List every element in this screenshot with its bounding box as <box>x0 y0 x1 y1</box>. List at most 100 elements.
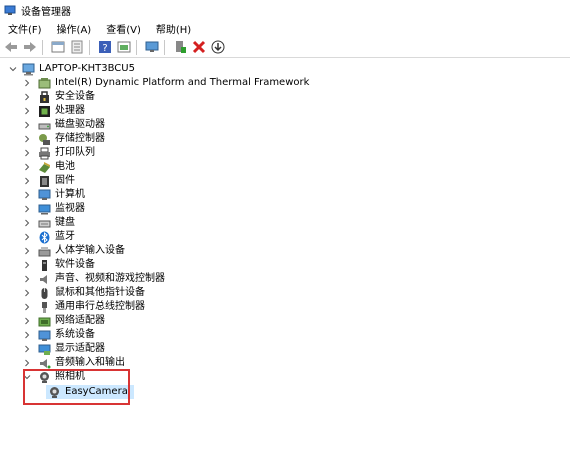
tree-item[interactable]: 网络适配器 <box>22 314 105 328</box>
chevron-right-icon[interactable] <box>22 328 32 342</box>
tree-item-label: 通用串行总线控制器 <box>55 301 145 312</box>
help-icon[interactable]: ? <box>97 39 113 55</box>
tree-item-label: 鼠标和其他指针设备 <box>55 287 145 298</box>
tree-item-label: 监视器 <box>55 203 85 214</box>
printer-icon <box>38 147 51 160</box>
chevron-right-icon[interactable] <box>22 230 32 244</box>
toolbar-separator <box>164 39 165 55</box>
tree-item[interactable]: 计算机 <box>22 188 85 202</box>
annotation-highlight-box <box>23 369 130 405</box>
back-icon[interactable] <box>3 39 19 55</box>
chevron-right-icon[interactable] <box>22 244 32 258</box>
uninstall-icon[interactable] <box>191 39 207 55</box>
chevron-right-icon[interactable] <box>22 314 32 328</box>
chevron-right-icon[interactable] <box>22 118 32 132</box>
tree-item-label: 软件设备 <box>55 259 95 270</box>
tree-item[interactable]: 人体学输入设备 <box>22 244 125 258</box>
chevron-right-icon[interactable] <box>22 258 32 272</box>
menu-view[interactable]: 查看(V) <box>98 21 148 36</box>
menu-file[interactable]: 文件(F) <box>0 21 49 36</box>
tree-item-label: 磁盘驱动器 <box>55 119 105 130</box>
battery-icon <box>38 161 51 174</box>
chevron-right-icon[interactable] <box>22 76 32 90</box>
tree-item[interactable]: 处理器 <box>22 104 85 118</box>
update-icon[interactable] <box>210 39 226 55</box>
disk-drive-icon <box>38 119 51 132</box>
tree-item[interactable]: 软件设备 <box>22 258 95 272</box>
tree-item-label: 电池 <box>55 161 75 172</box>
computer-icon <box>38 189 51 202</box>
software-device-icon <box>38 259 51 272</box>
tree-item[interactable]: 固件 <box>22 174 75 188</box>
tree-item[interactable]: 监视器 <box>22 202 85 216</box>
chevron-right-icon[interactable] <box>22 174 32 188</box>
menu-bar: 文件(F) 操作(A) 查看(V) 帮助(H) <box>0 20 570 37</box>
chevron-right-icon[interactable] <box>22 90 32 104</box>
tree-item[interactable]: 显示适配器 <box>22 342 105 356</box>
display-adapter-icon <box>38 343 51 356</box>
tree-item[interactable]: 电池 <box>22 160 75 174</box>
chevron-right-icon[interactable] <box>22 356 32 370</box>
tree-item[interactable]: 声音、视频和游戏控制器 <box>22 272 165 286</box>
chevron-down-icon[interactable] <box>8 62 18 76</box>
keyboard-icon <box>38 217 51 230</box>
chevron-right-icon[interactable] <box>22 300 32 314</box>
tree-item-label: 网络适配器 <box>55 315 105 326</box>
menu-action[interactable]: 操作(A) <box>49 21 99 36</box>
list-icon[interactable] <box>69 39 85 55</box>
processor-icon <box>38 105 51 118</box>
toolbar: ? <box>0 37 570 58</box>
tree-item[interactable]: 蓝牙 <box>22 230 75 244</box>
tree-item-label: 蓝牙 <box>55 231 75 242</box>
tree-item[interactable]: 系统设备 <box>22 328 95 342</box>
tree-item[interactable]: Intel(R) Dynamic Platform and Thermal Fr… <box>22 76 309 90</box>
tree-item[interactable]: 鼠标和其他指针设备 <box>22 286 145 300</box>
chevron-right-icon[interactable] <box>22 160 32 174</box>
device-manager-icon <box>4 4 16 16</box>
network-adapter-icon <box>38 315 51 328</box>
tree-item-label: 显示适配器 <box>55 343 105 354</box>
forward-icon[interactable] <box>22 39 38 55</box>
tree-item[interactable]: 通用串行总线控制器 <box>22 300 145 314</box>
computer-icon <box>22 63 35 76</box>
hid-icon <box>38 245 51 258</box>
firmware-icon <box>38 175 51 188</box>
chevron-right-icon[interactable] <box>22 286 32 300</box>
chevron-right-icon[interactable] <box>22 132 32 146</box>
chevron-right-icon[interactable] <box>22 342 32 356</box>
chevron-right-icon[interactable] <box>22 272 32 286</box>
tree-item-label: 安全设备 <box>55 91 95 102</box>
generic-device-icon <box>38 77 51 90</box>
tree-item-label: 声音、视频和游戏控制器 <box>55 273 165 284</box>
enable-device-icon[interactable] <box>172 39 188 55</box>
tree-item[interactable]: 音频输入和输出 <box>22 356 125 370</box>
tree-item-label: 人体学输入设备 <box>55 245 125 256</box>
view-icon[interactable] <box>116 39 132 55</box>
chevron-right-icon[interactable] <box>22 188 32 202</box>
chevron-right-icon[interactable] <box>22 202 32 216</box>
chevron-right-icon[interactable] <box>22 146 32 160</box>
tree-item-label: 打印队列 <box>55 147 95 158</box>
storage-controller-icon <box>38 133 51 146</box>
tree-item-label: 系统设备 <box>55 329 95 340</box>
tree-item-label: Intel(R) Dynamic Platform and Thermal Fr… <box>55 77 310 88</box>
speaker-icon <box>38 273 51 286</box>
security-device-icon <box>38 90 51 104</box>
tree-item-label: 存储控制器 <box>55 133 105 144</box>
tree-item[interactable]: 安全设备 <box>22 90 95 104</box>
monitor-icon[interactable] <box>144 39 160 55</box>
tree-item[interactable]: 存储控制器 <box>22 132 105 146</box>
chevron-right-icon[interactable] <box>22 216 32 230</box>
tree-item-label: 处理器 <box>55 105 85 116</box>
chevron-right-icon[interactable] <box>22 104 32 118</box>
menu-help[interactable]: 帮助(H) <box>148 21 198 36</box>
tree-item[interactable]: 磁盘驱动器 <box>22 118 105 132</box>
tree-item[interactable]: 键盘 <box>22 216 75 230</box>
tree-item-label: 计算机 <box>55 189 85 200</box>
root-label: LAPTOP-KHT3BCU5 <box>39 63 135 74</box>
audio-io-icon <box>38 357 51 370</box>
tree-item-label: 键盘 <box>55 217 75 228</box>
tree-root[interactable]: LAPTOP-KHT3BCU5 <box>8 62 135 76</box>
tree-item[interactable]: 打印队列 <box>22 146 95 160</box>
properties-icon[interactable] <box>50 39 66 55</box>
